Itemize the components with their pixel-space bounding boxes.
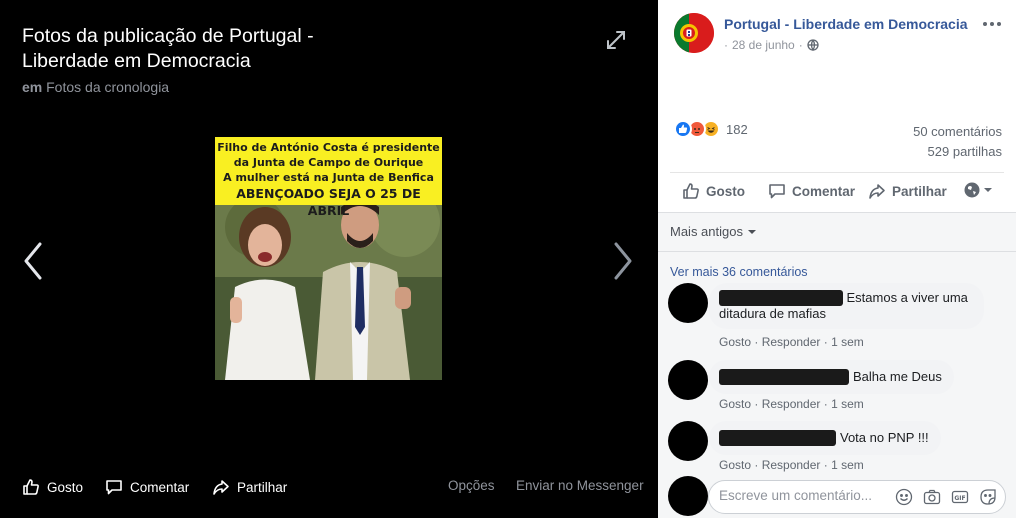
photo-viewer: Fotos da publicação de Portugal - Liberd… (0, 0, 658, 518)
shares-count-link[interactable]: 529 partilhas (913, 142, 1002, 162)
viewer-comment-label: Comentar (130, 479, 190, 495)
portugal-flag-icon (674, 13, 714, 53)
comment-time[interactable]: 1 sem (831, 397, 864, 411)
viewer-subtitle-prefix: em (22, 79, 43, 95)
page-avatar[interactable] (674, 13, 714, 53)
commenter-avatar[interactable] (668, 360, 708, 400)
viewer-like-label: Gosto (47, 479, 84, 495)
comment-icon (769, 184, 785, 199)
photo-banner: Filho de António Costa é presidente da J… (215, 137, 442, 218)
comment-time[interactable]: 1 sem (831, 335, 864, 349)
options-link[interactable]: Opções (448, 478, 495, 493)
gif-icon[interactable]: GIF (951, 488, 969, 506)
comment-like-link[interactable]: Gosto (719, 335, 751, 349)
comment-reply-link[interactable]: Responder (762, 458, 821, 472)
comment-time[interactable]: 1 sem (831, 458, 864, 472)
reactions-count: 182 (726, 121, 748, 137)
comment-text-line-1: Estamos a viver uma (846, 290, 968, 305)
see-more-comments-link[interactable]: Ver mais 36 comentários (670, 265, 808, 279)
banner-line-2: da Junta de Campo de Ourique (233, 156, 424, 169)
comment-text-line-1: Vota no PNP !!! (840, 430, 929, 445)
comment-input[interactable] (719, 488, 889, 503)
more-options-icon[interactable] (980, 14, 1004, 34)
commenter-avatar[interactable] (668, 283, 708, 323)
post-photo[interactable]: Filho de António Costa é presidente da J… (215, 137, 442, 380)
globe-icon (964, 182, 980, 198)
comment-like-link[interactable]: Gosto (719, 397, 751, 411)
share-icon (869, 184, 885, 199)
post-share-label: Partilhar (892, 183, 947, 199)
viewer-share-button[interactable]: Partilhar (212, 472, 287, 502)
caret-down-icon (984, 188, 992, 192)
comment-bubble: xxxxxxxxxxxxxxxxxxxx Balha me Deus (709, 360, 954, 394)
comment-bubble: xxxxxxxxxxxxxxxxxx Vota no PNP !!! (709, 421, 941, 455)
comment-text-line-1: Balha me Deus (853, 369, 942, 384)
post-date: · 28 de junho · (724, 38, 819, 52)
photo-theater: Fotos da publicação de Portugal - Liberd… (0, 0, 1016, 518)
sticker-icon[interactable] (979, 488, 997, 506)
post-stats: 50 comentários 529 partilhas (913, 122, 1002, 162)
viewer-subtitle: em Fotos da cronologia (22, 79, 169, 95)
chevron-left-icon[interactable] (18, 240, 48, 282)
post-comment-button[interactable]: Comentar (768, 182, 855, 200)
send-messenger-link[interactable]: Enviar no Messenger (516, 478, 644, 493)
viewer-like-button[interactable]: Gosto (22, 472, 83, 502)
post-action-bar: Gosto Comentar Partilhar (670, 172, 1004, 210)
timeline-photos-link[interactable]: Fotos da cronologia (46, 79, 169, 95)
comment-meta: Gosto · Responder · 1 sem (719, 335, 864, 349)
comment-item: xxxxxxxxxxxxxxxxxx Vota no PNP !!! Gosto … (668, 421, 1008, 476)
comment-item: xxxxxxxxxxxxxxxxxxxx Balha me Deus Gosto … (668, 360, 1008, 415)
user-avatar (668, 476, 708, 516)
comment-icon (106, 480, 122, 495)
like-reaction-icon (674, 120, 692, 138)
expand-icon[interactable] (604, 28, 628, 52)
audience-selector[interactable] (964, 182, 993, 198)
camera-icon[interactable] (923, 488, 941, 506)
banner-line-1: Filho de António Costa é presidente (217, 141, 440, 154)
post-share-button[interactable]: Partilhar (868, 182, 947, 200)
divider (658, 251, 1016, 252)
post-comment-label: Comentar (792, 183, 856, 199)
commenter-avatar[interactable] (668, 421, 708, 461)
post-date-text[interactable]: 28 de junho (732, 38, 795, 52)
comment-item: xxxxxxxxxxxxxxxxxxxEstamos a viver uma d… (668, 283, 1008, 353)
comment-input-container: GIF (708, 480, 1006, 514)
banner-line-3: A mulher está na Junta de Benfica (223, 171, 434, 184)
comments-section: Mais antigos Ver mais 36 comentários xxx… (658, 212, 1016, 518)
commenter-name-redacted[interactable]: xxxxxxxxxxxxxxxxxxxx (719, 369, 849, 385)
write-comment-box: GIF (658, 472, 1016, 518)
globe-icon (807, 39, 819, 51)
page-name-link[interactable]: Portugal - Liberdade em Democracia (724, 16, 968, 32)
post-like-label: Gosto (706, 183, 745, 199)
commenter-name-redacted[interactable]: xxxxxxxxxxxxxxxxxx (719, 430, 836, 446)
comment-bubble: xxxxxxxxxxxxxxxxxxxEstamos a viver uma d… (709, 283, 984, 329)
thumbs-up-icon (23, 479, 39, 495)
banner-line-4: ABENÇOADO SEJA O 25 DE ABRIL (236, 186, 421, 218)
comments-count-link[interactable]: 50 comentários (913, 122, 1002, 142)
chevron-right-icon[interactable] (608, 240, 638, 282)
caret-down-icon (747, 229, 756, 234)
viewer-share-label: Partilhar (237, 479, 288, 495)
comment-meta: Gosto · Responder · 1 sem (719, 397, 864, 411)
thumbs-up-icon (683, 183, 699, 199)
post-panel: Portugal - Liberdade em Democracia · 28 … (658, 0, 1016, 518)
reactions-summary[interactable]: 182 (674, 120, 748, 138)
comment-text-line-2: ditadura de mafias (719, 306, 826, 321)
emoji-icon[interactable] (895, 488, 913, 506)
comment-input-icons: GIF (895, 488, 997, 506)
share-icon (213, 480, 229, 495)
viewer-comment-button[interactable]: Comentar (105, 472, 189, 502)
commenter-name-redacted[interactable]: xxxxxxxxxxxxxxxxxxx (719, 290, 843, 306)
viewer-action-bar: Gosto Comentar Partilhar Opções Enviar n… (0, 472, 658, 502)
comment-reply-link[interactable]: Responder (762, 397, 821, 411)
svg-text:GIF: GIF (954, 495, 965, 502)
comment-meta: Gosto · Responder · 1 sem (719, 458, 864, 472)
post-like-button[interactable]: Gosto (682, 182, 745, 200)
viewer-title: Fotos da publicação de Portugal - Liberd… (22, 25, 314, 72)
sort-comments-label: Mais antigos (670, 224, 743, 239)
comment-reply-link[interactable]: Responder (762, 335, 821, 349)
comment-like-link[interactable]: Gosto (719, 458, 751, 472)
sort-comments-dropdown[interactable]: Mais antigos (670, 224, 757, 239)
